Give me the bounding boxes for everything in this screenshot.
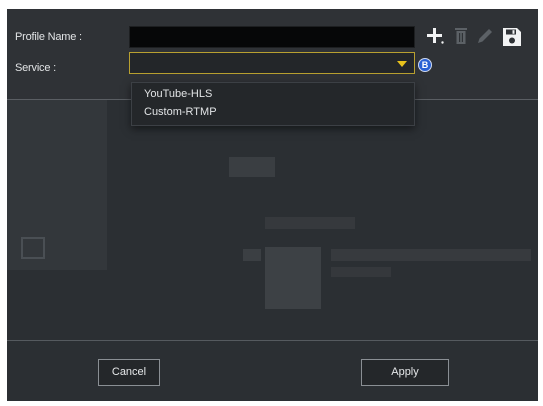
service-option-custom-rtmp[interactable]: Custom-RTMP [144,106,217,118]
background-panel-icon [21,237,45,259]
info-icon[interactable]: B [418,58,432,72]
service-select[interactable] [129,52,415,74]
service-dropdown-list: YouTube-HLS Custom-RTMP [131,82,415,126]
cancel-button[interactable]: Cancel [98,359,160,386]
footer-divider [7,340,538,341]
service-label: Service : [15,62,56,74]
background-thumbnail [265,247,321,309]
profile-name-label: Profile Name : [15,31,82,43]
trash-icon[interactable] [454,27,468,45]
background-block [331,249,531,261]
background-block [243,249,261,261]
caret-down-icon[interactable] [397,61,407,67]
profile-dialog: Profile Name : Service : B YouTube-HLS C… [7,9,538,401]
background-block [229,157,275,177]
pencil-icon[interactable] [476,27,494,45]
background-block [331,267,391,277]
service-option-youtube-hls[interactable]: YouTube-HLS [144,88,212,100]
background-block [265,217,355,229]
profile-name-input[interactable] [129,26,415,48]
apply-button[interactable]: Apply [361,359,449,386]
plus-icon[interactable] [426,27,444,45]
save-icon[interactable] [502,27,522,47]
